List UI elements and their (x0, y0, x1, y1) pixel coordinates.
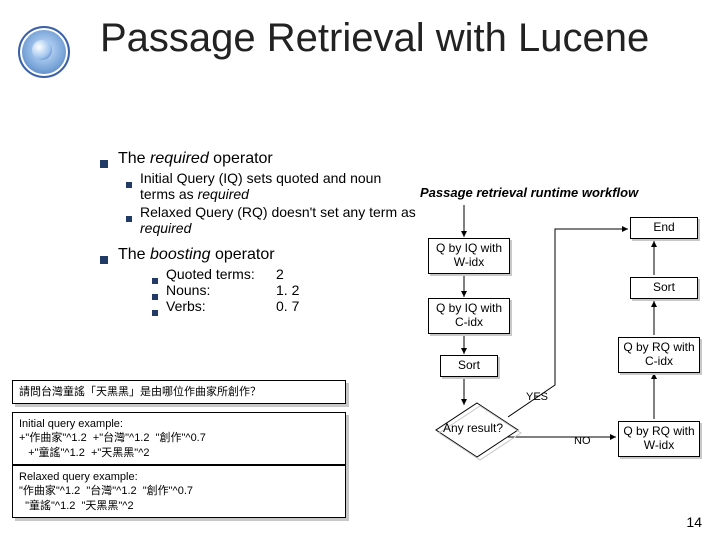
text-em: required (150, 150, 209, 167)
initial-query-example-box: Initial query example: +"作曲家"^1.2 +"台灣"^… (12, 412, 346, 465)
bullet-icon (152, 310, 158, 316)
boost-value: 2 (276, 266, 284, 282)
text: Relaxed Query (RQ) doesn't set any term … (140, 204, 416, 220)
table-row: Verbs: 0. 7 (152, 298, 420, 314)
boost-value: 0. 7 (276, 298, 299, 314)
flow-q-iq-cidx: Q by IQ with C-idx (428, 298, 510, 334)
text: The (118, 150, 150, 167)
code-line: "作曲家"^1.2 "台灣"^1.2 "創作"^0.7 (19, 484, 339, 498)
body-content: The required operator Initial Query (IQ)… (100, 150, 420, 314)
text: The (118, 246, 150, 263)
flow-q-rq-cidx: Q by RQ with C-idx (618, 337, 700, 373)
boost-table: Quoted terms: 2 Nouns: 1. 2 Verbs: 0. 7 (152, 266, 420, 314)
table-row: Nouns: 1. 2 (152, 282, 420, 298)
slide-title: Passage Retrieval with Lucene (100, 16, 660, 60)
boost-label: Nouns: (166, 282, 276, 298)
flow-q-rq-widx: Q by RQ with W-idx (618, 421, 700, 457)
bullet-required-heading: The required operator (100, 150, 420, 168)
boost-label: Verbs: (166, 298, 276, 314)
flow-sort-2: Sort (440, 355, 498, 377)
page-number: 14 (686, 514, 702, 530)
text-em: required (140, 220, 191, 236)
code-line: +"作曲家"^1.2 +"台灣"^1.2 "創作"^0.7 (19, 431, 339, 445)
flow-no-label: NO (574, 435, 591, 447)
boost-label: Quoted terms: (166, 266, 276, 282)
decision-label: Any result? (440, 421, 506, 435)
text: operator (209, 150, 273, 167)
bullet-icon (152, 278, 158, 284)
flow-q-iq-widx: Q by IQ with W-idx (428, 238, 510, 274)
example-question-box: 請問台灣童謠「天黑黑」是由哪位作曲家所創作？ (12, 380, 346, 404)
code-line: "童謠"^1.2 "天黑黑"^2 (19, 499, 339, 513)
bullet-required-sub1: Initial Query (IQ) sets quoted and noun … (126, 170, 420, 202)
bullet-icon (152, 294, 158, 300)
org-logo (18, 26, 70, 78)
question-text: 請問台灣童謠「天黑黑」是由哪位作曲家所創作？ (19, 386, 261, 398)
flowchart: Passage retrieval runtime workflow (390, 155, 710, 515)
code-line: +"童謠"^1.2 +"天黑黑"^2 (19, 446, 339, 460)
text: operator (211, 246, 275, 263)
bullet-icon (126, 216, 132, 222)
bullet-icon (126, 182, 132, 188)
flow-arrows (390, 155, 710, 515)
box-title: Initial query example: (19, 417, 339, 431)
table-row: Quoted terms: 2 (152, 266, 420, 282)
bullet-icon (100, 256, 108, 264)
slide: Passage Retrieval with Lucene The requir… (0, 0, 720, 540)
boost-value: 1. 2 (276, 282, 299, 298)
flow-yes-label: YES (526, 391, 548, 403)
text-em: required (198, 186, 249, 202)
bullet-icon (100, 160, 108, 168)
bullet-boosting-heading: The boosting operator (100, 246, 420, 264)
box-title: Relaxed query example: (19, 470, 339, 484)
flow-sort-1: Sort (630, 277, 698, 299)
flow-end: End (630, 217, 698, 239)
text: Initial Query (IQ) sets quoted and noun … (140, 170, 381, 202)
relaxed-query-example-box: Relaxed query example: "作曲家"^1.2 "台灣"^1.… (12, 465, 346, 518)
bullet-required-sub2: Relaxed Query (RQ) doesn't set any term … (126, 204, 420, 236)
text-em: boosting (150, 246, 211, 263)
flow-decision-any-result: Any result? (440, 407, 506, 453)
